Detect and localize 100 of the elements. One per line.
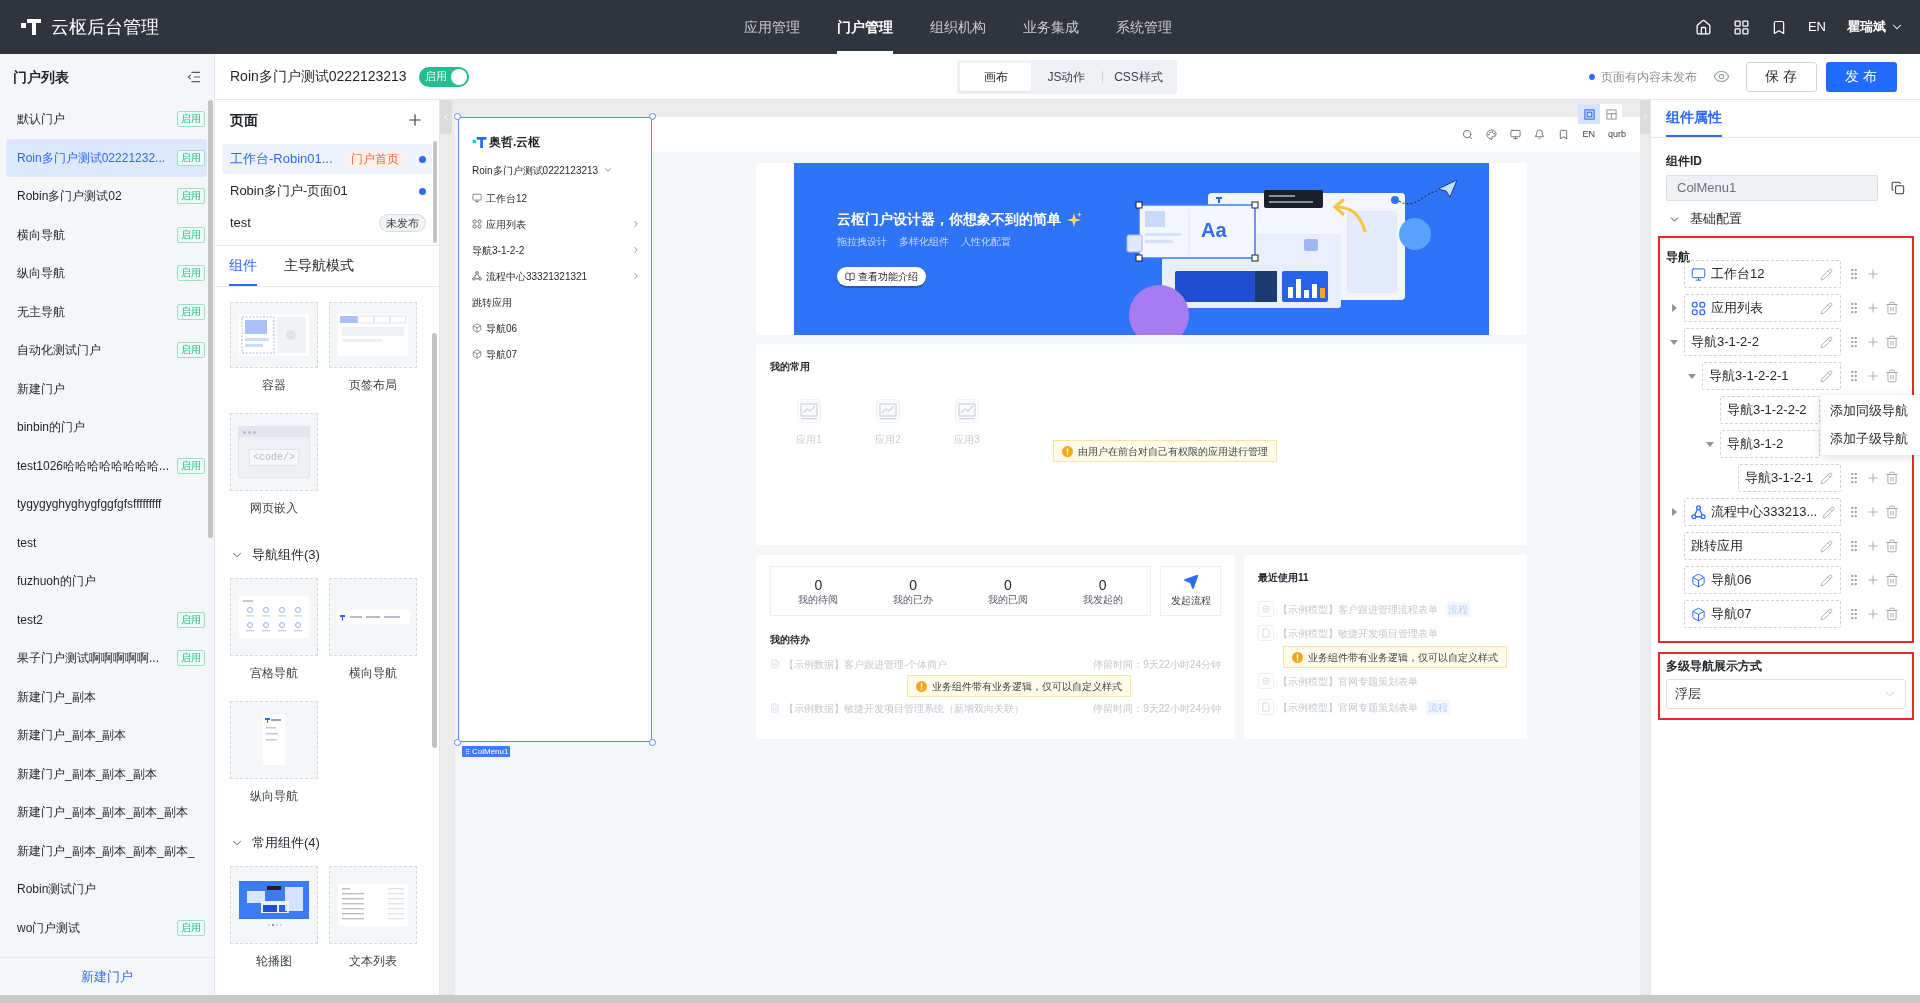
nav-item-entry[interactable]: 导航3-1-2 <box>1720 430 1820 458</box>
page-list-item[interactable]: Robin多门户-页面01 <box>222 176 432 206</box>
nav-item-entry[interactable]: 导航3-1-2-2-2 <box>1720 396 1820 424</box>
nav-item-entry[interactable]: 导航07 <box>1684 600 1841 628</box>
scrollbar-thumb[interactable] <box>432 333 437 748</box>
add-icon[interactable] <box>1866 505 1880 519</box>
scrollbar-thumb[interactable] <box>208 100 213 538</box>
mode-tab[interactable]: CSS样式 <box>1103 62 1174 91</box>
nav-menu-item[interactable]: 导航3-1-2-2 <box>472 237 641 263</box>
language-button[interactable]: EN <box>1807 17 1826 37</box>
caret-right-icon[interactable] <box>1670 508 1678 516</box>
edit-icon[interactable] <box>1820 539 1833 553</box>
search-icon[interactable] <box>1462 129 1474 140</box>
monitor-icon[interactable] <box>1510 129 1522 140</box>
page-list-item[interactable]: 工作台-Robin01... 门户首页 <box>222 144 432 174</box>
portal-list-item[interactable]: 新建门户_副本_副本_副本 <box>6 754 207 793</box>
portal-list-item[interactable]: 横向导航 启用 <box>6 215 207 254</box>
caret-down-icon[interactable] <box>1688 372 1696 380</box>
nav-menu-item[interactable]: 导航06 <box>472 315 641 341</box>
save-button[interactable]: 保存 <box>1746 61 1817 92</box>
collapse-right-handle[interactable] <box>1640 100 1650 134</box>
add-icon[interactable] <box>1866 369 1880 383</box>
component-tile[interactable] <box>329 578 417 656</box>
portal-list-item[interactable]: wo门户测试 启用 <box>6 908 207 947</box>
component-tile[interactable] <box>329 302 417 368</box>
grid-icon[interactable] <box>1732 18 1750 36</box>
nav-item-entry[interactable]: 应用列表 <box>1684 294 1841 322</box>
menu-item[interactable]: 添加子级导航 <box>1821 425 1920 453</box>
edit-icon[interactable] <box>1820 607 1833 621</box>
section-header[interactable]: 基础配置 <box>1666 211 1742 227</box>
component-tile[interactable] <box>230 302 318 368</box>
delete-icon[interactable] <box>1885 539 1899 553</box>
edit-icon[interactable] <box>1820 301 1833 315</box>
portal-list-item[interactable]: 新建门户_副本_副本_副本_副本_ <box>6 831 207 870</box>
resize-handle[interactable] <box>649 739 656 746</box>
portal-list-item[interactable]: binbin的门户 <box>6 408 207 447</box>
drag-handle-icon[interactable] <box>464 747 471 756</box>
menu-item[interactable]: 添加同级导航 <box>1821 397 1920 425</box>
collapse-left-handle[interactable] <box>440 100 452 134</box>
nav-item-entry[interactable]: 跳转应用 <box>1684 532 1841 560</box>
nav-menu-item[interactable]: 应用列表 <box>472 211 641 237</box>
properties-tab[interactable]: 组件属性 <box>1666 100 1722 137</box>
nav-item-entry[interactable]: 导航3-1-2-1 <box>1738 464 1841 492</box>
mode-tab[interactable]: 画布 <box>960 62 1031 91</box>
caret-right-icon[interactable] <box>1670 304 1678 312</box>
portal-list-item[interactable]: 无主导航 启用 <box>6 292 207 331</box>
palette-icon[interactable] <box>1486 129 1498 140</box>
nav-tab[interactable]: 应用管理 <box>744 0 800 54</box>
portal-list-item[interactable]: Robin测试门户 <box>6 870 207 909</box>
caret-down-icon[interactable] <box>1670 338 1678 346</box>
portal-list-item[interactable]: test1026哈哈哈哈哈哈哈哈... 启用 <box>6 446 207 485</box>
delete-icon[interactable] <box>1885 335 1899 349</box>
delete-icon[interactable] <box>1885 573 1899 587</box>
nav-tab[interactable]: 业务集成 <box>1023 0 1079 54</box>
new-portal-link[interactable]: 新建门户 <box>81 966 133 987</box>
nav-menu-item[interactable]: 流程中心33321321321 <box>472 263 641 289</box>
add-icon[interactable] <box>1866 301 1880 315</box>
portal-list-item[interactable]: 纵向导航 启用 <box>6 254 207 293</box>
nav-item-entry[interactable]: 导航3-1-2-2-1 <box>1702 362 1841 390</box>
user-name[interactable]: qurb <box>1608 127 1626 142</box>
delete-icon[interactable] <box>1885 607 1899 621</box>
portal-list-item[interactable]: 默认门户 启用 <box>6 100 207 139</box>
vertical-nav-menu[interactable]: 奥哲.云枢 Roin多门户测试0222123213 工作台12 应用列表 导航3-1-2-2 流程中心33321321321 跳转应用 导航06 导航07 <box>458 117 652 742</box>
nav-item-entry[interactable]: 流程中心333213... <box>1684 498 1841 526</box>
nav-item-entry[interactable]: 导航06 <box>1684 566 1841 594</box>
nav-tab[interactable]: 系统管理 <box>1116 0 1172 54</box>
delete-icon[interactable] <box>1885 471 1899 485</box>
portal-list-item[interactable]: test <box>6 523 207 562</box>
edit-icon[interactable] <box>1820 267 1833 281</box>
resize-handle[interactable] <box>454 113 461 120</box>
preview-eye-icon[interactable] <box>1713 68 1730 85</box>
display-mode-select[interactable]: 浮层 <box>1666 679 1906 709</box>
nav-item-entry[interactable]: 导航3-1-2-2 <box>1684 328 1841 356</box>
nav-menu-item[interactable]: 跳转应用 <box>472 289 641 315</box>
portal-list-item[interactable]: 新建门户_副本 <box>6 677 207 716</box>
desktop-view-icon[interactable] <box>1578 104 1600 124</box>
portal-list-item[interactable]: tygygyghyghygfggfgfsfffffffff <box>6 485 207 524</box>
delete-icon[interactable] <box>1885 301 1899 315</box>
mode-tab[interactable]: JS动作 <box>1031 62 1102 91</box>
portal-list-item[interactable]: 果子门户测试啊啊啊啊啊... 启用 <box>6 639 207 678</box>
portal-list-item[interactable]: 自动化测试门户 启用 <box>6 331 207 370</box>
portal-selector[interactable]: Roin多门户测试0222123213 <box>472 161 641 179</box>
page-list-item[interactable]: test 未发布 <box>222 208 432 238</box>
edit-icon[interactable] <box>1820 335 1833 349</box>
start-process-button[interactable]: 发起流程 <box>1160 566 1221 616</box>
portal-list-item[interactable]: 新建门户_副本_副本 <box>6 716 207 755</box>
copy-icon[interactable] <box>1891 181 1905 195</box>
nav-menu-item[interactable]: 工作台12 <box>472 185 641 211</box>
component-tile[interactable] <box>230 866 318 944</box>
scrollbar-thumb[interactable] <box>433 141 437 243</box>
edit-icon[interactable] <box>1822 505 1836 519</box>
add-icon[interactable] <box>406 111 424 129</box>
component-tile[interactable] <box>230 701 318 779</box>
add-icon[interactable] <box>1866 267 1880 281</box>
component-group-header[interactable]: 常用组件(4) <box>230 833 320 853</box>
portal-list-item[interactable]: Robin多门户测试02 启用 <box>6 177 207 216</box>
publish-button[interactable]: 发布 <box>1826 61 1897 92</box>
resize-handle[interactable] <box>454 739 461 746</box>
library-tab[interactable]: 主导航模式 <box>284 246 354 286</box>
home-icon[interactable] <box>1694 18 1712 36</box>
